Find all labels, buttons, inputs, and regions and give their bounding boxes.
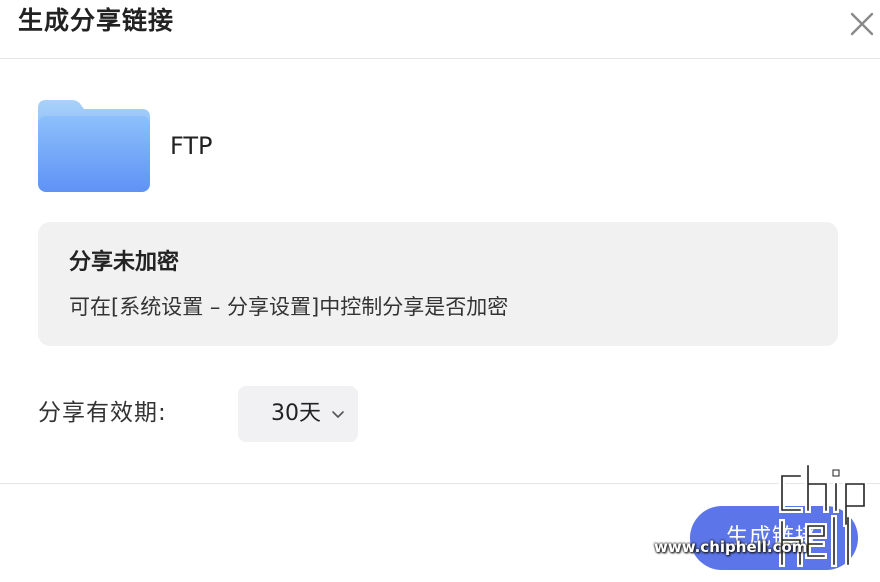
notice-text: 可在[系统设置 – 分享设置]中控制分享是否加密 bbox=[69, 295, 509, 319]
footer-divider bbox=[0, 483, 880, 484]
validity-label: 分享有效期: bbox=[38, 400, 167, 426]
validity-select[interactable]: 30天 bbox=[238, 386, 358, 442]
close-icon bbox=[850, 12, 874, 36]
validity-value: 30天 bbox=[271, 401, 321, 426]
dialog-title: 生成分享链接 bbox=[18, 6, 175, 35]
chevron-down-icon bbox=[332, 411, 344, 418]
notice-title: 分享未加密 bbox=[69, 250, 180, 275]
generate-link-label: 生成链接 bbox=[726, 525, 819, 550]
generate-link-button[interactable]: 生成链接 bbox=[690, 506, 858, 570]
folder-icon bbox=[38, 100, 150, 192]
close-button[interactable] bbox=[846, 8, 878, 40]
file-name: FTP bbox=[170, 132, 213, 160]
file-row: FTP bbox=[38, 100, 538, 192]
encryption-notice: 分享未加密 可在[系统设置 – 分享设置]中控制分享是否加密 bbox=[38, 222, 838, 346]
dialog-header: 生成分享链接 bbox=[0, 0, 880, 59]
